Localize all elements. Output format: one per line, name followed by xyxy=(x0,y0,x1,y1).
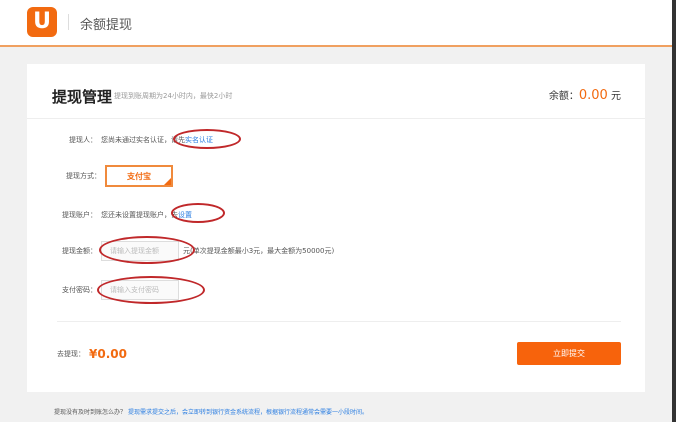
annotation-ellipse xyxy=(97,276,205,304)
balance-value: 0.00 xyxy=(578,88,608,103)
card-title: 提现管理 xyxy=(52,88,113,106)
page-title: 余额提现 xyxy=(80,18,133,33)
divider xyxy=(68,14,69,30)
help-answer[interactable]: 提现需求提交之后，会立即转到银行资金系统流程，根据银行流程通常会需要一小段时间。 xyxy=(128,409,368,416)
app-logo[interactable]: U xyxy=(27,7,57,37)
total-label: 去提现： xyxy=(57,350,85,358)
account-label: 提现账户： xyxy=(62,211,97,219)
account-row: 提现账户： 您还未设置提现账户，去 设置 xyxy=(27,210,192,220)
total-value: ¥0.00 xyxy=(89,347,127,361)
annotation-ellipse xyxy=(99,236,195,264)
balance: 余额：0.00 元 xyxy=(549,87,621,103)
method-row: 提现方式： 支付宝 xyxy=(27,165,173,187)
balance-unit: 元 xyxy=(611,91,621,102)
divider xyxy=(57,321,621,322)
amount-hint: 元(单次提现金额最小3元，最大金额为50000元) xyxy=(183,247,335,255)
method-label: 提现方式： xyxy=(66,172,101,180)
window-edge xyxy=(672,0,676,422)
divider xyxy=(27,118,645,119)
payee-label: 提现人： xyxy=(69,136,97,144)
submit-button[interactable]: 立即提交 xyxy=(517,342,621,365)
footer-help: 提现没有及时到账怎么办？ 提现需求提交之后，会立即转到银行资金系统流程，根据银行… xyxy=(54,407,368,416)
account-text: 您还未设置提现账户，去 xyxy=(101,211,178,219)
withdraw-total: 去提现： ¥0.00 xyxy=(57,347,127,361)
annotation-ellipse xyxy=(171,203,225,223)
amount-label: 提现金额： xyxy=(62,247,97,255)
password-label: 支付密码： xyxy=(62,286,97,294)
withdraw-card: 提现管理 提现到账周期为24小时内，最快2小时 余额：0.00 元 提现人： 您… xyxy=(27,64,645,392)
alipay-option[interactable]: 支付宝 xyxy=(105,165,173,187)
help-question: 提现没有及时到账怎么办？ xyxy=(54,409,127,416)
card-subtitle: 提现到账周期为24小时内，最快2小时 xyxy=(114,92,233,100)
annotation-ellipse xyxy=(173,129,241,149)
header: U 余额提现 xyxy=(0,0,672,47)
balance-label: 余额： xyxy=(548,91,579,102)
